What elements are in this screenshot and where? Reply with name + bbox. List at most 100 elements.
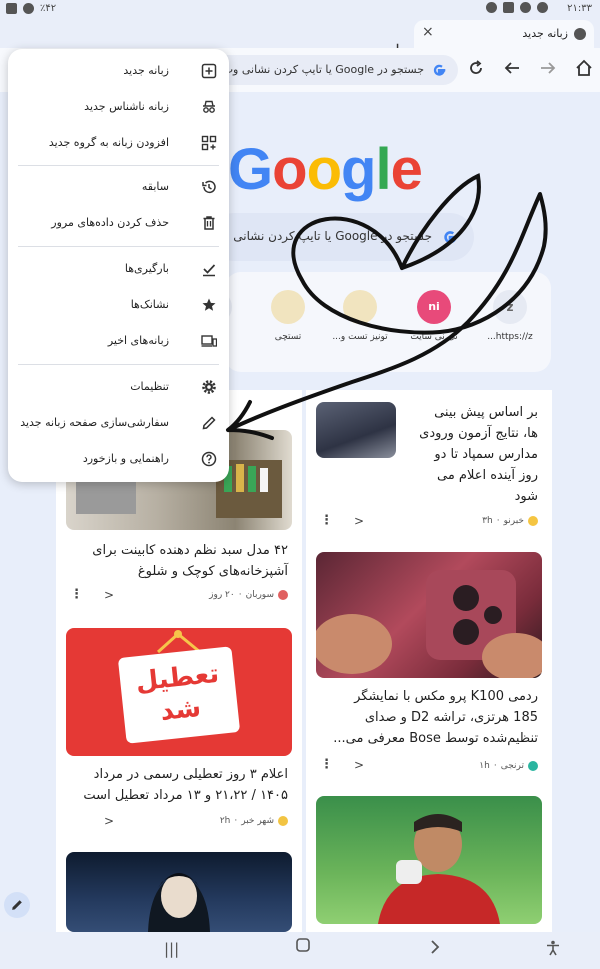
menu-item-incognito[interactable]: زبانه ناشناس جدید	[8, 89, 229, 125]
tab-new-tab[interactable]: زبانه جدید ×	[414, 20, 594, 48]
card-image	[316, 796, 542, 924]
status-time: ۲۱:۳۳	[567, 3, 592, 14]
menu-item-downloads[interactable]: بارگیری‌ها	[8, 251, 229, 287]
share-icon[interactable]: <	[104, 814, 114, 828]
google-g-icon	[444, 231, 457, 244]
lightbulb-icon	[271, 290, 305, 324]
status-bar: ۲۱:۳۳ ٪۴۲	[0, 0, 600, 18]
card-source: ترنجی · ۱h	[479, 761, 538, 771]
google-g-icon	[433, 64, 446, 76]
feed-card[interactable]	[306, 784, 552, 932]
google-logo: Google	[228, 137, 423, 202]
shortcut-label: تستچی	[274, 332, 302, 342]
menu-item-bookmarks[interactable]: نشانک‌ها	[8, 287, 229, 323]
history-icon	[202, 180, 216, 194]
share-icon[interactable]: <	[104, 588, 114, 602]
gear-icon	[202, 380, 216, 394]
tab-title: زبانه جدید	[522, 27, 568, 40]
telegram-icon	[537, 2, 548, 13]
close-tab-icon[interactable]: ×	[422, 24, 434, 40]
shortcut-tile[interactable]: تونیز تست و...	[325, 290, 395, 342]
card-source: سوربان · ۲۰ روز	[209, 590, 288, 600]
star-icon	[202, 298, 216, 311]
recent-apps-icon[interactable]: |||	[164, 940, 179, 958]
card-title: ردمی K100 پرو مکس با نمایشگر 185 هرتزی، …	[333, 689, 538, 746]
card-title: بر اساس پیش بینی ها، نتایج آزمون ورودی م…	[419, 405, 538, 504]
card-thumbnail	[316, 402, 396, 458]
home-nav-icon[interactable]	[296, 938, 310, 956]
shortcut-label: نی نی سایت	[410, 332, 458, 342]
menu-item-customize-ntp[interactable]: سفارشی‌سازی صفحه زبانه جدید	[8, 405, 229, 441]
feed-card[interactable]	[56, 840, 302, 932]
wifi-icon	[23, 3, 34, 14]
whatsapp-icon	[520, 2, 531, 13]
shortcut-tile[interactable]: z https://z...	[475, 290, 545, 342]
menu-item-settings[interactable]: تنظیمات	[8, 369, 229, 405]
menu-divider	[18, 364, 219, 365]
menu-divider	[18, 246, 219, 247]
search-placeholder: جستجو در Google یا تایپ کردن نشانی وب	[212, 229, 432, 243]
back-icon[interactable]	[500, 58, 524, 82]
accessibility-icon[interactable]	[546, 940, 560, 960]
card-source: خبرنو · ۳h	[482, 516, 538, 526]
address-bar[interactable]: جستجو در Google یا تایپ کردن نشانی وب	[212, 55, 458, 85]
card-title: ۴۲ مدل سبد نظم دهنده کابینت برای آشپزخان…	[92, 543, 288, 579]
card-image	[66, 852, 292, 932]
banner-text: تعطیل شد	[134, 658, 221, 727]
feed-card[interactable]: ردمی K100 پرو مکس با نمایشگر 185 هرتزی، …	[306, 542, 552, 784]
notification-icons	[486, 2, 548, 13]
more-options-icon[interactable]: ⋮	[70, 587, 83, 602]
shortcut-label: https://z...	[487, 332, 533, 342]
source-icon	[528, 516, 538, 526]
source-icon	[278, 816, 288, 826]
tab-group-icon	[201, 135, 217, 151]
tab-strip: زبانه جدید × +	[0, 18, 600, 60]
pencil-icon	[12, 900, 22, 910]
source-icon	[528, 761, 538, 771]
overflow-menu: زبانه جدید زبانه ناشناس جدید افزودن زبان…	[8, 49, 229, 482]
shortcut-label: تونیز تست و...	[332, 332, 388, 342]
menu-item-help[interactable]: راهنمایی و بازخورد	[8, 441, 229, 477]
help-icon	[201, 451, 217, 467]
share-icon[interactable]: <	[354, 758, 364, 772]
forward-icon[interactable]	[536, 58, 560, 82]
shortcut-icon: ni	[417, 290, 451, 324]
edit-fab[interactable]	[4, 892, 30, 918]
card-title: اعلام ۳ روز تعطیلی رسمی در مرداد ۱۴۰۵ / …	[83, 767, 288, 803]
feed-card[interactable]: بر اساس پیش بینی ها، نتایج آزمون ورودی م…	[306, 390, 552, 542]
trash-icon	[203, 216, 215, 230]
shortcut-tile[interactable]: تستچی	[253, 290, 323, 342]
share-icon[interactable]: <	[354, 514, 364, 528]
lock-icon	[6, 3, 17, 14]
menu-item-recent-tabs[interactable]: زبانه‌های اخیر	[8, 323, 229, 359]
lightbulb-icon	[343, 290, 377, 324]
menu-item-new-tab[interactable]: زبانه جدید	[8, 53, 229, 89]
shortcut-icon: z	[493, 290, 527, 324]
home-icon[interactable]	[572, 58, 596, 82]
more-options-icon[interactable]: ⋮	[320, 513, 333, 528]
shortcut-tile[interactable]: ni نی نی سایت	[399, 290, 469, 342]
system-nav-bar: |||	[0, 932, 600, 969]
plus-box-icon	[201, 63, 217, 79]
back-nav-icon[interactable]	[430, 940, 440, 958]
feed-card[interactable]: تعطیل شد اعلام ۳ روز تعطیلی رسمی در مردا…	[56, 616, 302, 840]
card-image	[316, 552, 542, 678]
menu-item-tab-group[interactable]: افزودن زبانه به گروه جدید	[8, 125, 229, 161]
chrome-favicon-icon	[574, 28, 586, 40]
menu-item-clear-data[interactable]: حذف کردن داده‌های مرور	[8, 205, 229, 241]
reload-icon[interactable]	[464, 58, 488, 82]
omnibox-placeholder: جستجو در Google یا تایپ کردن نشانی وب	[222, 63, 424, 76]
image-notification-icon	[503, 2, 514, 13]
more-options-icon[interactable]: ⋮	[320, 757, 333, 772]
menu-item-history[interactable]: سابقه	[8, 169, 229, 205]
battery-level: ٪۴۲	[40, 3, 57, 14]
card-image: تعطیل شد	[66, 628, 292, 756]
card-source: شهر خبر · ۲h	[220, 816, 288, 826]
download-check-icon	[203, 264, 216, 277]
devices-icon	[201, 335, 217, 347]
ntp-search-box[interactable]: جستجو در Google یا تایپ کردن نشانی وب	[210, 213, 474, 261]
shortcuts-panel: z https://z... ni نی نی سایت تونیز تست و…	[198, 272, 551, 372]
system-icons: ٪۴۲	[6, 3, 56, 14]
menu-divider	[18, 165, 219, 166]
incognito-icon	[203, 100, 215, 113]
